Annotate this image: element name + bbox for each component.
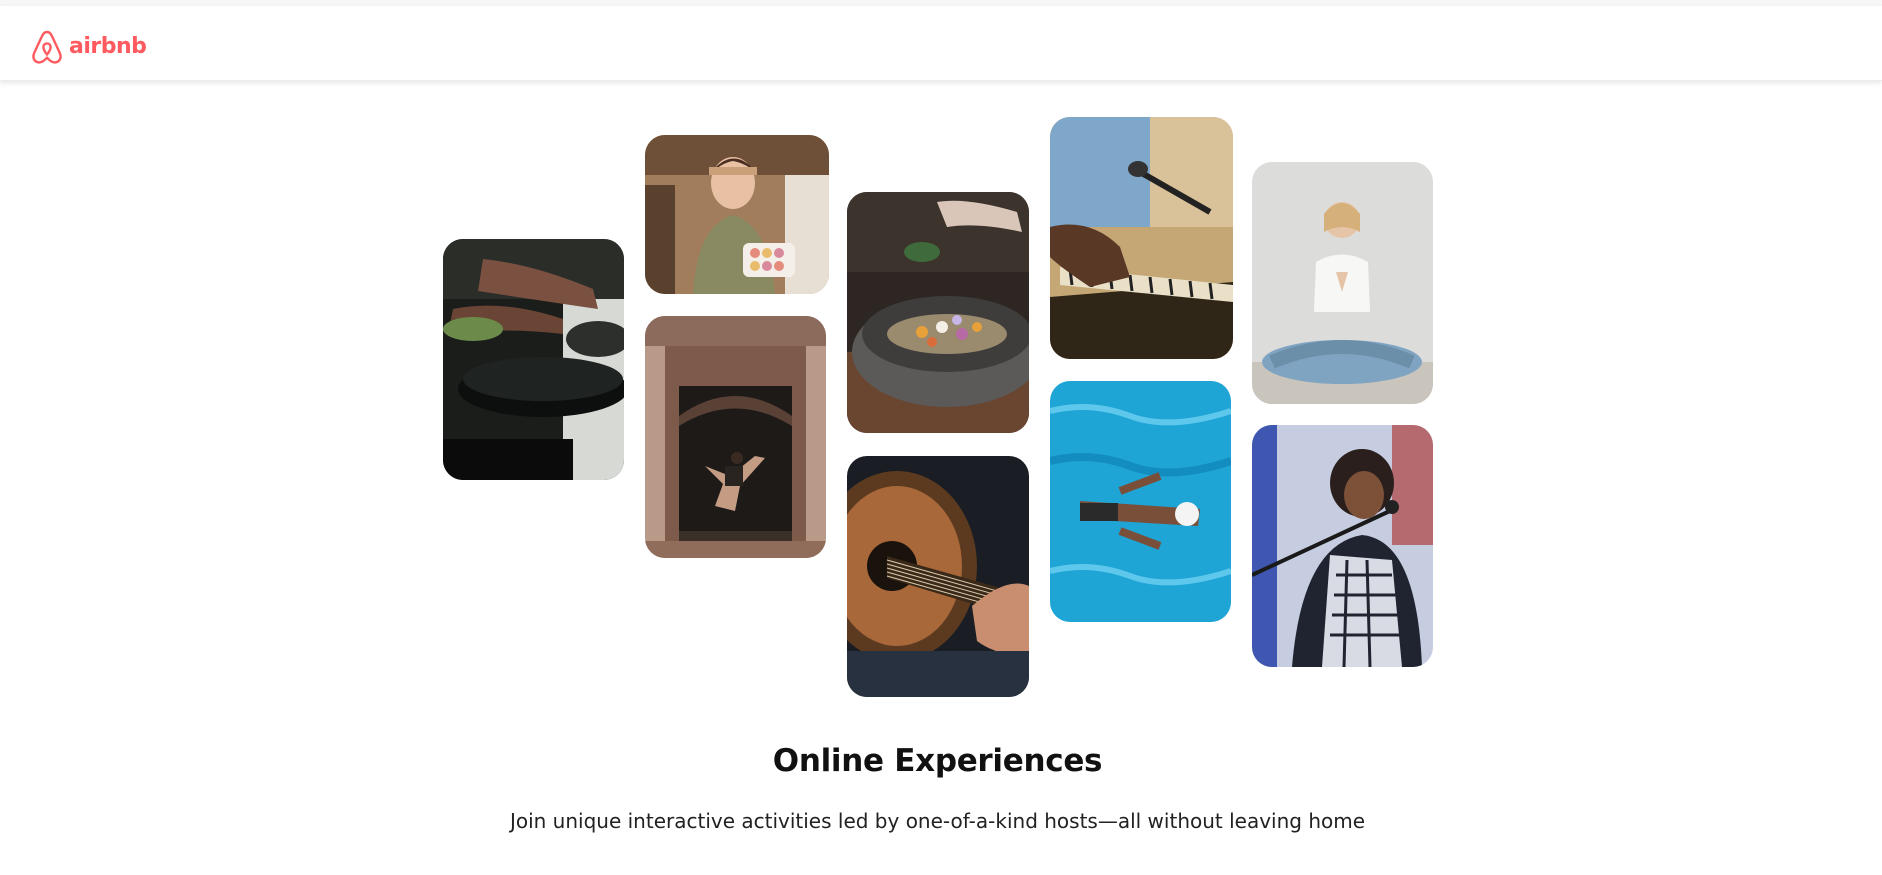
dancer-photo[interactable]: [645, 316, 826, 558]
page-title: Online Experiences: [772, 742, 1103, 779]
baker-photo[interactable]: [645, 135, 829, 294]
yoga-photo[interactable]: [1252, 162, 1433, 404]
food-bowl-photo[interactable]: [847, 192, 1029, 433]
guitar-photo[interactable]: [847, 456, 1029, 697]
cooking-photo[interactable]: [443, 239, 624, 480]
piano-photo[interactable]: [1050, 117, 1233, 359]
page-subtitle: Join unique interactive activities led b…: [509, 809, 1366, 833]
singer-photo[interactable]: [1252, 425, 1433, 667]
swimmer-photo[interactable]: [1050, 381, 1231, 622]
